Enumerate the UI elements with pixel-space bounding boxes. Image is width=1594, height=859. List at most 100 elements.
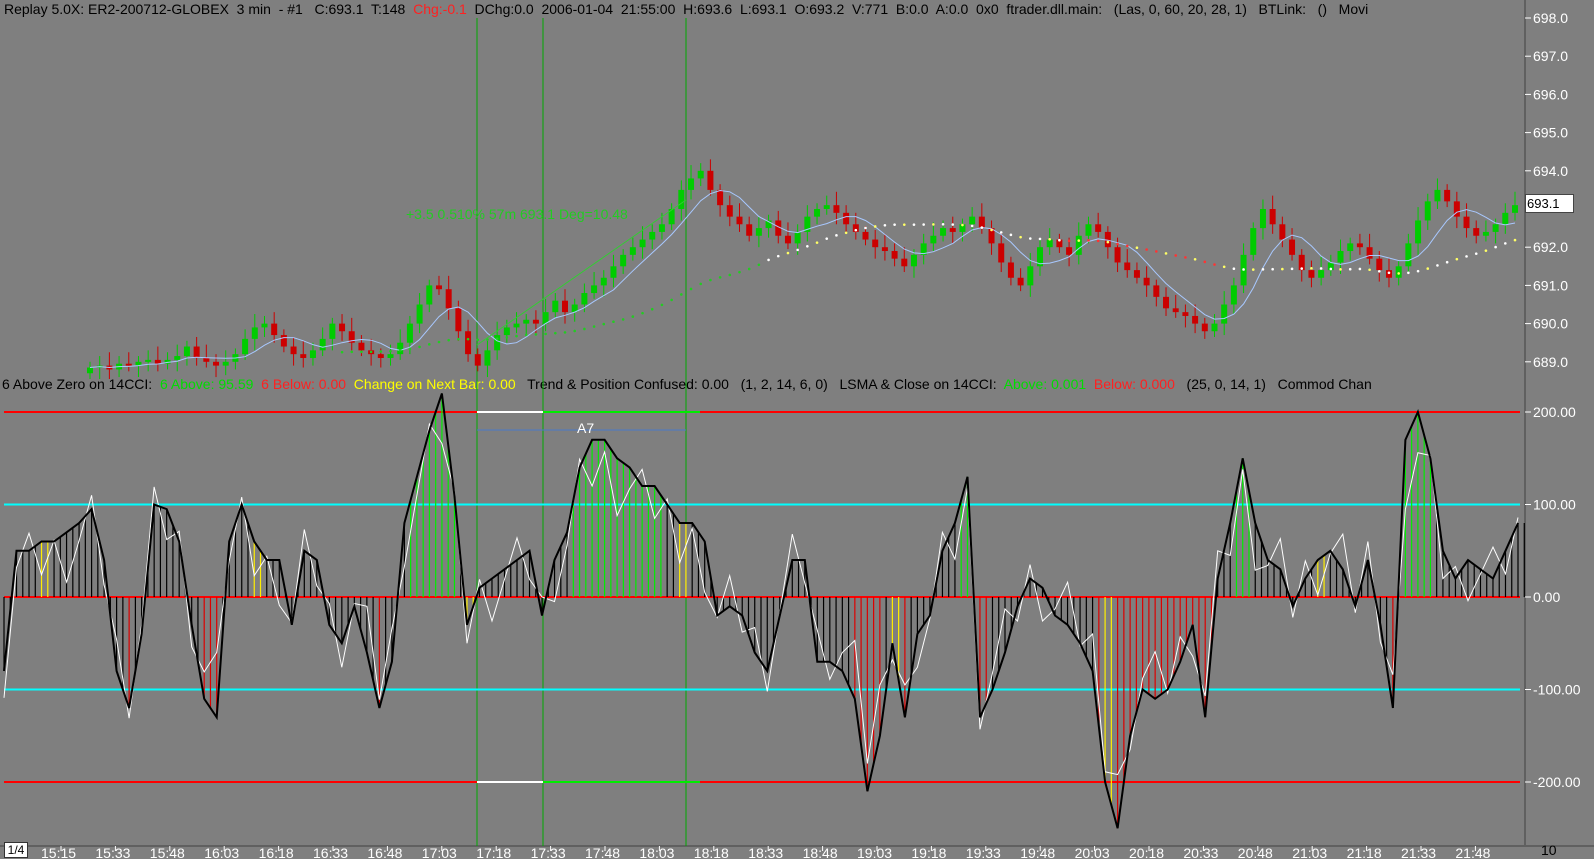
trend-dot (1029, 237, 1032, 240)
trend-dot (699, 282, 703, 286)
trend-dot (573, 329, 576, 333)
candle-body (862, 231, 869, 240)
trend-dot (1504, 242, 1507, 245)
candle-body (872, 239, 879, 248)
trend-dot (505, 336, 509, 339)
header-part: Below: 0.000 (1086, 376, 1175, 392)
candle-body (697, 170, 704, 179)
candle-body (949, 228, 956, 232)
header-part: 6 Below: 0.00 (253, 376, 346, 392)
price-tick-label: 692.0 (1533, 239, 1568, 255)
candle-body (1492, 224, 1499, 232)
candle-body (309, 350, 316, 358)
candle-body (1356, 243, 1363, 248)
price-change-annotation: +3.5 0.510% 57m 693.1 Deg=10.48 (406, 206, 628, 222)
price-tick-label: 690.0 (1533, 316, 1568, 332)
candle-body (969, 216, 976, 225)
trend-dot (873, 225, 877, 228)
corner-label: 10 (1541, 842, 1557, 858)
trend-dot (1319, 267, 1323, 270)
candle-body (183, 346, 190, 357)
candle-body (688, 178, 695, 190)
trend-dot (815, 241, 819, 244)
candle-body (649, 231, 656, 240)
candle-body (1269, 209, 1276, 225)
trend-dot (1038, 237, 1042, 241)
trend-dot (844, 231, 848, 235)
candle-body (397, 342, 404, 355)
price-tick-label: 697.0 (1533, 48, 1568, 64)
candle-body (455, 308, 462, 332)
candle-body (125, 363, 132, 366)
candle-body (523, 319, 530, 324)
trend-dot (1271, 267, 1274, 271)
trend-dot (1048, 238, 1051, 241)
header-part: DChg:0.0 2006-01-04 21:55:00 H:693.6 L:6… (467, 1, 1368, 17)
candle-body (940, 228, 947, 236)
time-tick-label: 15:33 (95, 845, 130, 859)
candle-body (639, 239, 646, 248)
candle-body (1221, 304, 1228, 324)
page-indicator[interactable]: 1/4 (4, 842, 28, 858)
trend-dot (1455, 257, 1459, 261)
candle-body (1230, 285, 1237, 305)
trend-dot (1261, 268, 1265, 271)
candle-body (755, 228, 762, 236)
trend-dot (476, 338, 480, 342)
trend-dot (1397, 272, 1400, 275)
trend-dot (806, 245, 809, 248)
candle-body (203, 357, 210, 362)
trend-dot (1290, 267, 1294, 271)
trend-dot (1135, 246, 1139, 250)
candle-body (736, 216, 743, 225)
trend-dot (776, 254, 780, 258)
trend-dot (1484, 249, 1488, 252)
trend-dot (864, 226, 867, 230)
time-tick-label: 19:18 (911, 845, 946, 859)
candle-body (1007, 262, 1014, 278)
trend-dot (1193, 257, 1197, 261)
trend-dot (631, 315, 635, 318)
candle-body (1201, 323, 1208, 332)
candle-body (261, 323, 268, 328)
indicator-header: 6 Above Zero on 14CCI: 6 Above: 95.59 6 … (2, 376, 1372, 392)
trend-dot (825, 237, 829, 240)
trend-dot (932, 223, 935, 226)
candle-body (1259, 209, 1266, 229)
price-tick-label: 695.0 (1533, 125, 1568, 141)
trend-dot (1232, 267, 1236, 271)
trend-dot (1368, 268, 1371, 272)
time-tick-label: 19:48 (1020, 845, 1055, 859)
trend-dot (999, 231, 1003, 234)
trend-dot (922, 223, 925, 226)
candle-body (242, 338, 249, 355)
candle-body (629, 247, 636, 255)
trend-dot (1125, 244, 1129, 248)
trend-dot (670, 298, 673, 302)
trend-dot (1436, 264, 1439, 267)
trend-dot (902, 223, 906, 226)
candle-body (484, 350, 491, 366)
trend-dot (418, 345, 421, 349)
time-tick-label: 15:15 (41, 845, 76, 859)
trend-dot (883, 223, 887, 227)
trend-dot (1203, 260, 1207, 264)
price-tick-label: 691.0 (1533, 277, 1568, 293)
trend-dot (1494, 245, 1497, 249)
trend-dot (369, 350, 373, 354)
cci-tick-label: -100.00 (1533, 682, 1581, 698)
candle-body (416, 304, 423, 324)
trend-dot (544, 332, 547, 336)
candle-body (1482, 231, 1489, 236)
candle-body (998, 243, 1005, 263)
time-tick-label: 20:48 (1238, 845, 1273, 859)
trend-dot (1474, 252, 1478, 255)
time-tick-label: 18:48 (803, 845, 838, 859)
trend-dot (534, 333, 538, 336)
trading-chart[interactable]: Replay 5.0X: ER2-200712-GLOBEX 3 min - #… (0, 0, 1594, 859)
candle-body (1153, 285, 1160, 297)
candle-body (465, 331, 472, 355)
trend-dot (951, 223, 955, 226)
candle-body (746, 224, 753, 236)
trend-dot (738, 270, 741, 274)
